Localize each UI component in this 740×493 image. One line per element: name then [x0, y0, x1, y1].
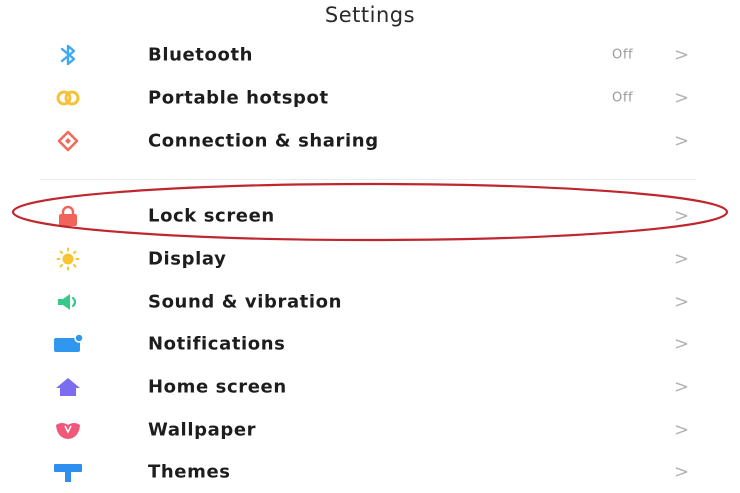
- chevron-right-icon: >: [674, 44, 690, 66]
- settings-item-wallpaper[interactable]: Wallpaper >: [0, 410, 740, 450]
- sun-icon: [48, 247, 88, 271]
- chevron-right-icon: >: [674, 419, 690, 441]
- chevron-right-icon: >: [674, 291, 690, 313]
- bluetooth-icon: [48, 43, 88, 67]
- settings-item-home-screen[interactable]: Home screen >: [0, 367, 740, 407]
- settings-item-label: Portable hotspot: [148, 87, 329, 109]
- settings-item-connection-sharing[interactable]: Connection & sharing >: [0, 121, 740, 161]
- themes-icon: [48, 460, 88, 484]
- chevron-right-icon: >: [674, 333, 690, 355]
- settings-item-label: Sound & vibration: [148, 291, 343, 313]
- settings-item-label: Lock screen: [148, 205, 275, 227]
- settings-item-notifications[interactable]: Notifications >: [0, 324, 740, 364]
- settings-item-label: Connection & sharing: [148, 130, 379, 152]
- settings-item-label: Home screen: [148, 376, 287, 398]
- lock-icon: [48, 204, 88, 228]
- settings-item-portable-hotspot[interactable]: Portable hotspot Off >: [0, 78, 740, 118]
- section-divider: [40, 179, 696, 180]
- settings-item-display[interactable]: Display >: [0, 239, 740, 279]
- notification-icon: [48, 332, 88, 356]
- wallpaper-icon: [48, 418, 88, 442]
- chevron-right-icon: >: [674, 87, 690, 109]
- settings-item-label: Themes: [148, 461, 231, 483]
- home-icon: [48, 375, 88, 399]
- settings-item-lock-screen[interactable]: Lock screen >: [0, 196, 740, 236]
- status-value: Off: [612, 90, 634, 106]
- connection-sharing-icon: [48, 129, 88, 153]
- chevron-right-icon: >: [674, 130, 690, 152]
- hotspot-icon: [48, 86, 88, 110]
- settings-item-label: Display: [148, 248, 227, 270]
- settings-item-bluetooth[interactable]: Bluetooth Off >: [0, 35, 740, 75]
- settings-item-themes[interactable]: Themes >: [0, 452, 740, 492]
- settings-item-sound-vibration[interactable]: Sound & vibration >: [0, 282, 740, 322]
- settings-item-label: Bluetooth: [148, 44, 254, 66]
- status-value: Off: [612, 47, 634, 63]
- chevron-right-icon: >: [674, 248, 690, 270]
- speaker-icon: [48, 290, 88, 314]
- chevron-right-icon: >: [674, 205, 690, 227]
- settings-item-label: Wallpaper: [148, 419, 257, 441]
- chevron-right-icon: >: [674, 376, 690, 398]
- chevron-right-icon: >: [674, 461, 690, 483]
- settings-item-label: Notifications: [148, 333, 286, 355]
- page-title: Settings: [324, 3, 416, 27]
